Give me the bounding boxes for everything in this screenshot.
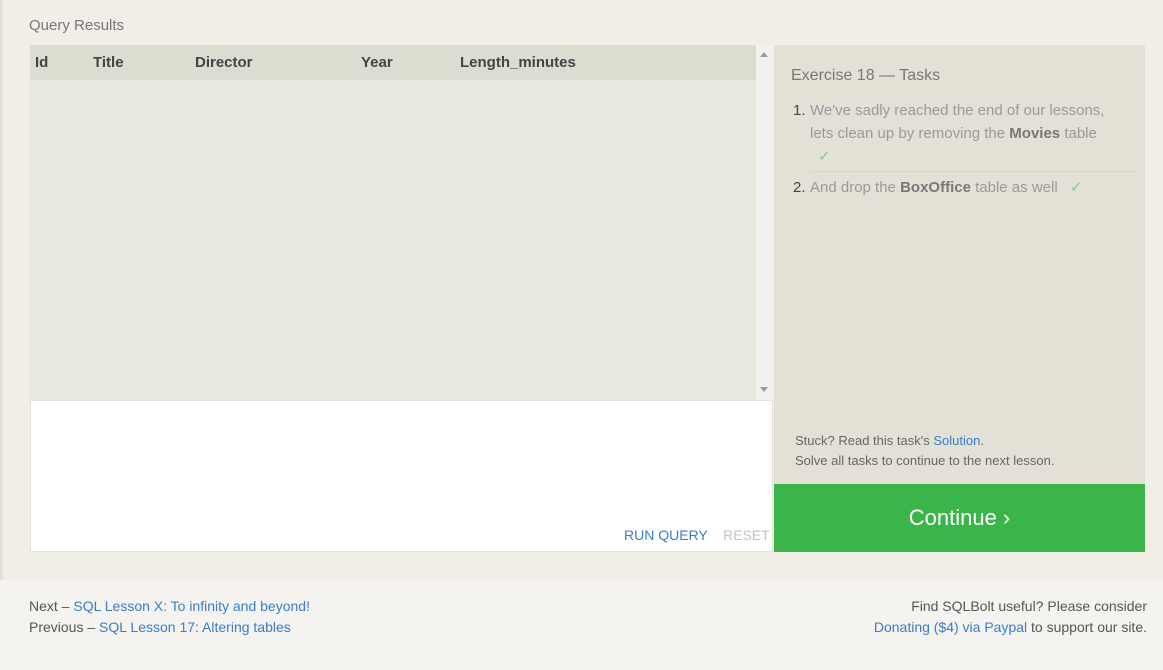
previous-prefix: Previous – — [29, 619, 96, 635]
column-header-year: Year — [361, 54, 393, 71]
lesson-navigation: Next – SQL Lesson X: To infinity and bey… — [29, 596, 310, 638]
scroll-up-arrow-icon[interactable] — [760, 52, 768, 57]
check-icon: ✓ — [818, 148, 831, 165]
next-lesson-link[interactable]: SQL Lesson X: To infinity and beyond! — [73, 598, 310, 614]
task-table-name: Movies — [1009, 125, 1061, 142]
task-text-suffix: table as well — [975, 179, 1058, 196]
donation-note: Find SQLBolt useful? Please consider Don… — [874, 596, 1147, 638]
task-item: 1. We've sadly reached the end of our le… — [791, 99, 1121, 168]
stuck-text: Stuck? Read this task's — [795, 433, 930, 448]
donate-link[interactable]: Donating ($4) via Paypal — [874, 619, 1027, 635]
footer: Next – SQL Lesson X: To infinity and bey… — [0, 580, 1163, 670]
run-query-button[interactable]: RUN QUERY — [624, 527, 708, 543]
query-results-table: Id Title Director Year Length_minutes — [30, 45, 773, 400]
stuck-help: Stuck? Read this task's Solution. Solve … — [795, 431, 1054, 471]
stuck-period: . — [980, 433, 984, 448]
solve-all-text: Solve all tasks to continue to the next … — [795, 453, 1055, 468]
column-header-title: Title — [93, 54, 124, 71]
scroll-down-arrow-icon[interactable] — [760, 387, 768, 392]
tasks-panel: Exercise 18 — Tasks 1. We've sadly reach… — [774, 45, 1145, 484]
task-text: And drop the — [810, 179, 896, 196]
task-number: 2. — [793, 179, 806, 196]
reset-button[interactable]: RESET — [723, 527, 770, 543]
solution-link[interactable]: Solution — [933, 433, 980, 448]
check-icon: ✓ — [1069, 179, 1083, 196]
next-prefix: Next – — [29, 598, 70, 614]
task-text: We've sadly reached the end of our lesso… — [810, 102, 1105, 142]
column-header-length-minutes: Length_minutes — [460, 54, 576, 71]
donation-suffix: to support our site. — [1031, 619, 1147, 635]
column-header-id: Id — [35, 54, 49, 71]
page-left-border — [0, 0, 3, 580]
task-number: 1. — [793, 102, 806, 119]
query-results-label: Query Results — [29, 17, 125, 34]
donation-prompt: Find SQLBolt useful? Please consider — [911, 598, 1147, 614]
results-scrollbar[interactable] — [756, 45, 773, 400]
continue-button[interactable]: Continue › — [774, 484, 1145, 552]
task-item: 2. And drop the BoxOffice table as well … — [791, 176, 1121, 199]
task-table-name: BoxOffice — [900, 179, 971, 196]
task-divider — [810, 171, 1138, 172]
column-header-director: Director — [195, 54, 253, 71]
task-text-suffix: table — [1064, 125, 1097, 142]
sql-query-editor[interactable]: RUN QUERY RESET — [30, 400, 773, 552]
results-header-row: Id Title Director Year Length_minutes — [30, 45, 756, 80]
tasks-title: Exercise 18 — Tasks — [791, 67, 941, 84]
previous-lesson-link[interactable]: SQL Lesson 17: Altering tables — [99, 619, 291, 635]
